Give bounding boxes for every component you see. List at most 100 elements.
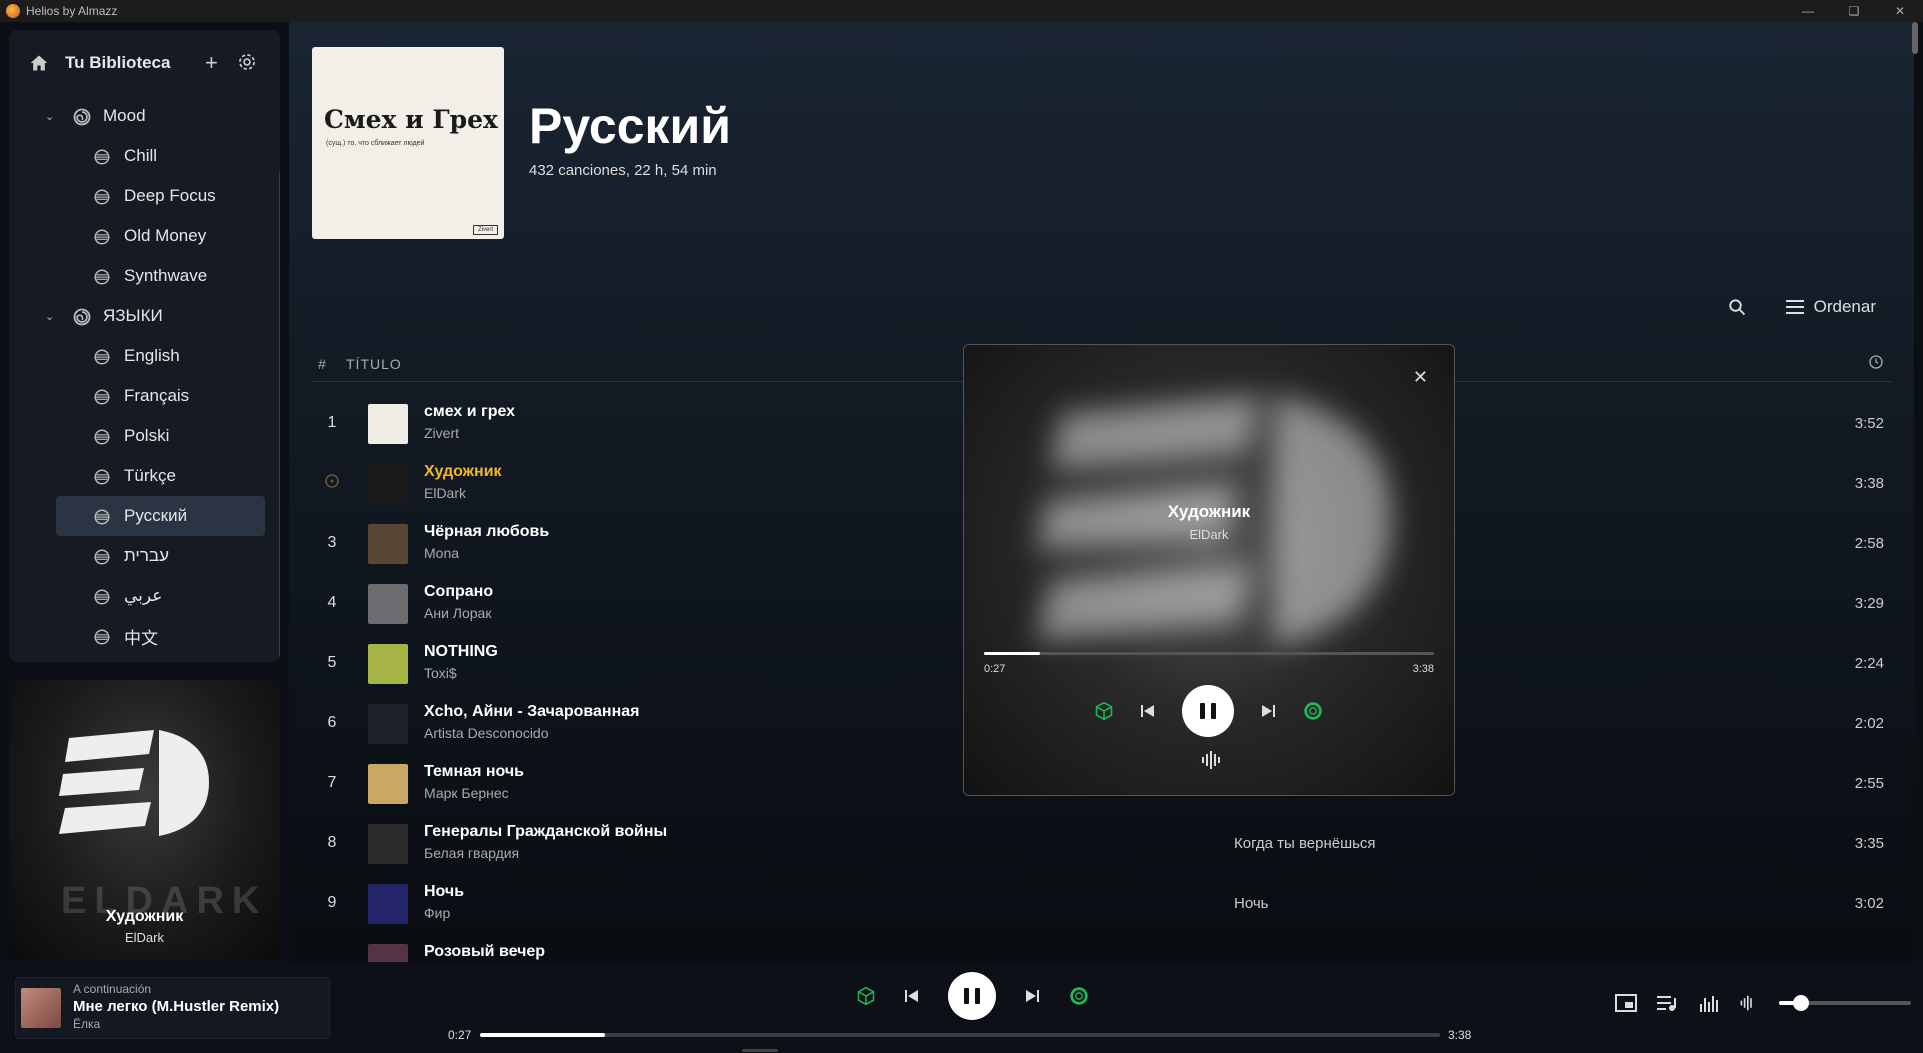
repeat-icon[interactable] — [1302, 700, 1324, 722]
volume-knob[interactable] — [1793, 995, 1810, 1011]
track-number: 1 — [327, 414, 337, 431]
repeat-icon[interactable] — [1068, 985, 1090, 1007]
sidebar-item-label: Chill — [124, 146, 158, 165]
track-thumbnail — [368, 764, 408, 804]
track-row[interactable]: Розовый вечер — [312, 934, 1892, 962]
close-mini-player-icon[interactable]: ✕ — [1413, 367, 1428, 388]
track-thumbnail — [368, 884, 408, 924]
gear-icon[interactable] — [237, 52, 257, 72]
col-title[interactable]: TÍTULO — [346, 356, 402, 372]
chevron-down-icon[interactable]: ⌄ — [45, 310, 54, 323]
track-title: Xcho, Айни - Зачарованная — [424, 703, 640, 720]
restore-button[interactable]: ❏ — [1831, 0, 1877, 22]
previous-icon[interactable] — [904, 988, 920, 1004]
sidebar-item-label: Old Money — [124, 226, 207, 245]
sidebar-item[interactable]: 中文 — [56, 616, 265, 656]
volume-slider[interactable] — [1779, 995, 1911, 1011]
library-title[interactable]: Tu Biblioteca — [65, 53, 170, 73]
track-artist[interactable]: ElDark — [424, 485, 466, 501]
up-next-card[interactable]: A continuación Мне легко (M.Hustler Remi… — [15, 977, 330, 1039]
pause-button[interactable] — [948, 972, 996, 1020]
sidebar-group[interactable]: ⌄ ЯЗЫКИ — [9, 296, 280, 336]
next-icon[interactable] — [1024, 988, 1040, 1004]
track-artist[interactable]: Марк Бернес — [424, 785, 509, 801]
sidebar-item[interactable]: Deep Focus — [56, 176, 265, 216]
col-number: # — [318, 356, 326, 372]
track-number: 3 — [327, 534, 337, 551]
track-title: смех и грех — [424, 403, 516, 420]
playlist-icon — [93, 508, 111, 531]
sidebar-group-label: ЯЗЫКИ — [103, 306, 163, 325]
mini-player: ✕ Художник ElDark 0:27 3:38 — [963, 344, 1455, 796]
track-thumbnail — [368, 644, 408, 684]
sidebar-item[interactable]: Русский — [56, 496, 265, 536]
sidebar-item-label: עברית — [124, 546, 169, 565]
mini-player-icon[interactable] — [1615, 994, 1637, 1012]
track-artist[interactable]: Toxi$ — [424, 665, 457, 681]
waveform-icon[interactable] — [1739, 995, 1755, 1011]
folder-spiral-icon — [72, 307, 92, 332]
sidebar-group-label: Mood — [103, 106, 146, 125]
sidebar-item[interactable]: Français — [56, 376, 265, 416]
progress-bar[interactable] — [480, 1033, 1440, 1037]
track-album[interactable]: Ночь — [1234, 895, 1268, 912]
close-window-button[interactable]: ✕ — [1877, 0, 1923, 22]
sidebar-item[interactable]: Old Money — [56, 216, 265, 256]
sidebar-item[interactable]: עברית — [56, 536, 265, 576]
home-icon[interactable] — [29, 53, 49, 73]
sidebar-item[interactable]: Synthwave — [56, 256, 265, 296]
queue-icon[interactable] — [1657, 994, 1679, 1012]
shuffle-cube-icon[interactable] — [856, 986, 876, 1006]
sidebar-scrollbar[interactable] — [279, 170, 280, 662]
resize-handle[interactable] — [742, 1049, 778, 1052]
sidebar-item[interactable]: Türkçe — [56, 456, 265, 496]
waveform-icon[interactable] — [1200, 750, 1220, 770]
main-scrollbar[interactable] — [1912, 22, 1918, 54]
playlist-icon — [93, 388, 111, 411]
clock-icon — [1869, 355, 1883, 369]
track-artist[interactable]: Mona — [424, 545, 459, 561]
track-artist[interactable]: Zivert — [424, 425, 459, 441]
sort-icon — [1785, 300, 1804, 314]
up-next-label: A continuación — [73, 982, 152, 996]
track-title: Генералы Гражданской войны — [424, 823, 668, 840]
search-icon[interactable] — [1728, 298, 1746, 316]
track-artist[interactable]: Ани Лорак — [424, 605, 491, 621]
equalizer-icon[interactable] — [1699, 994, 1719, 1012]
window-titlebar: Helios by Almazz — ❏ ✕ — [0, 0, 1923, 22]
sidebar-item-label: Русский — [124, 506, 188, 525]
mini-progress-bar[interactable] — [984, 652, 1434, 655]
track-row[interactable]: 8 Генералы Гражданской войны Белая гвардия… — [312, 814, 1892, 874]
elapsed-time: 0:27 — [448, 1028, 472, 1042]
mini-pause-button[interactable] — [1182, 685, 1234, 737]
next-icon[interactable] — [1260, 703, 1276, 719]
track-row[interactable]: 9 Ночь Фир Ночь 3:02 — [312, 874, 1892, 934]
add-icon[interactable]: + — [205, 50, 218, 76]
track-artist[interactable]: Фир — [424, 905, 450, 921]
sidebar-item[interactable]: Polski — [56, 416, 265, 456]
previous-icon[interactable] — [1140, 703, 1156, 719]
playlist-icon — [93, 428, 111, 451]
playlist-icon — [93, 188, 111, 211]
track-artist[interactable]: Белая гвардия — [424, 845, 519, 861]
shuffle-cube-icon[interactable] — [1094, 701, 1114, 721]
minimize-button[interactable]: — — [1785, 0, 1831, 22]
sort-button[interactable]: Ordenar — [1785, 297, 1876, 317]
mini-elapsed: 0:27 — [984, 663, 1006, 675]
track-thumbnail — [368, 524, 408, 564]
sidebar-item[interactable]: عربي — [56, 576, 265, 616]
now-playing-artist[interactable]: ElDark — [9, 930, 280, 945]
track-album[interactable]: Когда ты вернёшься — [1234, 835, 1376, 852]
sidebar-group[interactable]: ⌄ Mood — [9, 96, 280, 136]
track-artist[interactable]: Artista Desconocido — [424, 725, 549, 741]
window-title: Helios by Almazz — [26, 4, 118, 18]
track-title: Чёрная любовь — [424, 523, 550, 540]
mini-title: Художник — [1167, 502, 1251, 521]
sidebar-item[interactable]: English — [56, 336, 265, 376]
playlist-meta: 432 canciones, 22 h, 54 min — [529, 162, 717, 179]
mini-artist[interactable]: ElDark — [964, 527, 1454, 542]
chevron-down-icon[interactable]: ⌄ — [45, 110, 54, 123]
up-next-title: Мне легко (M.Hustler Remix) — [73, 998, 280, 1015]
sidebar-item[interactable]: Chill — [56, 136, 265, 176]
playlist-icon — [93, 228, 111, 251]
